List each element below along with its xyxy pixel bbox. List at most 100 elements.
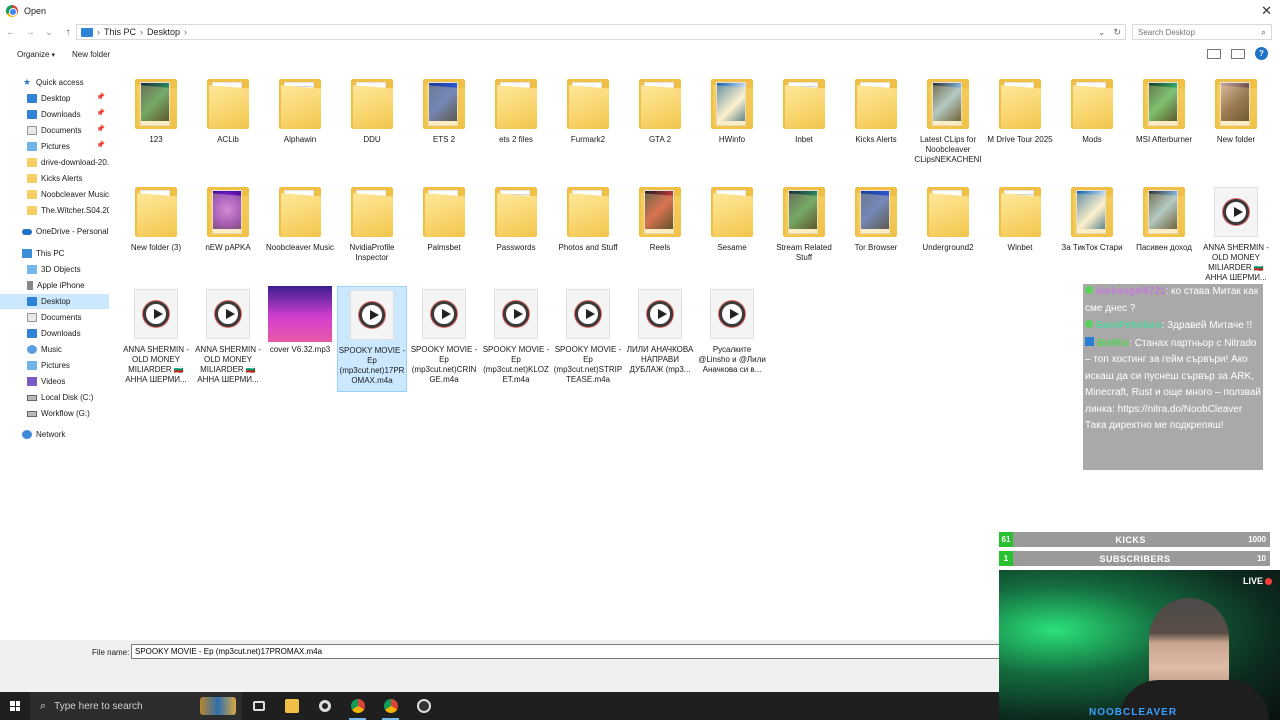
folder-item[interactable]: 123 <box>121 76 191 145</box>
file-item[interactable]: SPOOKY MOVIE - Ep (mp3cut.net)STRIPTEASE… <box>553 286 623 385</box>
help-icon[interactable]: ? <box>1255 47 1268 60</box>
file-item[interactable]: cover V6.32.mp3 <box>265 286 335 355</box>
nav-pc-item[interactable]: Videos <box>0 374 109 389</box>
folder-item[interactable]: Photos and Stuff <box>553 184 623 253</box>
file-item[interactable]: ANNA SHERMIN - OLD MONEY MILIARDER 🇧🇬 АН… <box>121 286 191 385</box>
file-item[interactable]: SPOOKY MOVIE - Ep (mp3cut.net)KLOZET.m4a <box>481 286 551 385</box>
nav-network[interactable]: Network <box>0 427 109 442</box>
nav-this-pc[interactable]: This PC <box>0 246 109 261</box>
pin-icon: 📌 <box>96 110 105 117</box>
nav-pc-item[interactable]: Music <box>0 342 109 357</box>
close-icon[interactable]: ✕ <box>1261 3 1272 19</box>
folder-item[interactable]: Alphawin <box>265 76 335 145</box>
address-dropdown-icon[interactable]: ⌄ <box>1098 27 1106 38</box>
nav-qa-item[interactable]: Noobcleaver Music <box>0 187 109 202</box>
media-file-icon <box>206 286 250 342</box>
folder-item[interactable]: Пасивен доход <box>1129 184 1199 253</box>
folder-item[interactable]: M Drive Tour 2025 <box>985 76 1055 145</box>
forward-arrow-icon[interactable]: → <box>22 24 38 40</box>
change-view-icon[interactable] <box>1207 48 1221 59</box>
start-button[interactable] <box>0 692 30 720</box>
nav-qa-item[interactable]: Documents 📌 <box>0 123 109 138</box>
media-file-icon <box>1214 184 1258 240</box>
refresh-icon[interactable]: ↻ <box>1113 27 1121 38</box>
filename-input[interactable] <box>131 644 1000 659</box>
nav-qa-item[interactable]: Desktop 📌 <box>0 91 109 106</box>
obs-button[interactable] <box>407 692 440 720</box>
folder-item[interactable]: DDU <box>337 76 407 145</box>
folder-item[interactable]: Tor Browser <box>841 184 911 253</box>
folder-item[interactable]: New folder (3) <box>121 184 191 253</box>
nav-pc-item[interactable]: Apple iPhone <box>0 278 109 293</box>
folder-icon <box>782 76 826 132</box>
nav-qa-item[interactable]: Downloads 📌 <box>0 107 109 122</box>
breadcrumb-desktop[interactable]: Desktop <box>147 27 180 37</box>
folder-item[interactable]: Stream Related Stuff <box>769 184 839 263</box>
file-item[interactable]: SPOOKY MOVIE - Ep (mp3cut.net)CRINGE.m4a <box>409 286 479 385</box>
chat-message: BaroPeholaro: Здравей Митаче !! <box>1085 318 1261 335</box>
nav-pc-item[interactable]: Downloads <box>0 326 109 341</box>
folder-item[interactable]: За ТикТок Стари <box>1057 184 1127 253</box>
folder-item[interactable]: Winbet <box>985 184 1055 253</box>
folder-item[interactable]: Furmark2 <box>553 76 623 145</box>
nav-quick-access[interactable]: ★ Quick access <box>0 75 109 90</box>
chrome-button-2[interactable] <box>374 692 407 720</box>
folder-item[interactable]: Mods <box>1057 76 1127 145</box>
folder-item[interactable]: ets 2 files <box>481 76 551 145</box>
folder-icon <box>134 184 178 240</box>
folder-item[interactable]: NvidiaProfile Inspector <box>337 184 407 263</box>
folder-item[interactable]: Passwords <box>481 184 551 253</box>
new-folder-button[interactable]: New folder <box>72 50 110 59</box>
chrome-button-1[interactable] <box>341 692 374 720</box>
nav-qa-item[interactable]: Kicks Alerts <box>0 171 109 186</box>
folder-item[interactable]: Inbet <box>769 76 839 145</box>
file-item[interactable]: SPOOKY MOVIE - Ep (mp3cut.net)17PROMAX.m… <box>337 286 407 392</box>
search-box[interactable]: ⌕ <box>1132 24 1272 40</box>
file-item[interactable]: ANNA SHERMIN - OLD MONEY MILIARDER 🇧🇬 АН… <box>1201 184 1271 283</box>
folder-icon <box>998 76 1042 132</box>
nav-pc-item[interactable]: Documents <box>0 310 109 325</box>
folder-item[interactable]: Underground2 <box>913 184 983 253</box>
back-arrow-icon[interactable]: ← <box>3 24 19 40</box>
drive-icon <box>27 394 37 401</box>
preview-pane-icon[interactable] <box>1231 48 1245 59</box>
up-arrow-icon[interactable]: ↑ <box>60 24 76 40</box>
folder-item[interactable]: Reels <box>625 184 695 253</box>
folder-item[interactable]: GTA 2 <box>625 76 695 145</box>
app-button-1[interactable] <box>308 692 341 720</box>
file-explorer-button[interactable] <box>275 692 308 720</box>
nav-pc-item[interactable]: Desktop <box>0 294 109 309</box>
nav-qa-item[interactable]: Pictures 📌 <box>0 139 109 154</box>
folder-item[interactable]: Kicks Alerts <box>841 76 911 145</box>
folder-item[interactable]: New folder <box>1201 76 1271 145</box>
nav-qa-item[interactable]: The.Witcher.S04.202... <box>0 203 109 218</box>
search-input[interactable] <box>1138 27 1248 37</box>
breadcrumb-this-pc[interactable]: This PC <box>104 27 136 37</box>
address-bar[interactable]: › This PC › Desktop › ⌄ ↻ <box>76 24 1126 40</box>
folder-item[interactable]: Sesame <box>697 184 767 253</box>
folder-item[interactable]: Noobcleaver Music <box>265 184 335 253</box>
nav-pc-item[interactable]: Pictures <box>0 358 109 373</box>
file-item[interactable]: Русалките @Linsho и @Лили Аначкова си в.… <box>697 286 767 375</box>
folder-item[interactable]: Latest CLips for Noobcleaver CLipsNEKACH… <box>913 76 983 165</box>
history-chevron-icon[interactable]: ⌄ <box>41 24 57 40</box>
taskbar-search[interactable]: ⌕ Type here to search <box>30 692 242 720</box>
file-item[interactable]: ANNA SHERMIN - OLD MONEY MILIARDER 🇧🇬 АН… <box>193 286 263 385</box>
folder-item[interactable]: nEW pAPKA <box>193 184 263 253</box>
folder-item[interactable]: ACLib <box>193 76 263 145</box>
nav-onedrive[interactable]: OneDrive - Personal <box>0 224 109 239</box>
organize-button[interactable]: Organize ▾ <box>17 50 55 59</box>
play-icon <box>719 301 745 327</box>
this-pc-icon <box>22 249 32 258</box>
nav-pc-item[interactable]: Workflow (G:) <box>0 406 109 421</box>
folder-item[interactable]: ETS 2 <box>409 76 479 145</box>
nav-pc-item[interactable]: 3D Objects <box>0 262 109 277</box>
file-item[interactable]: ЛИЛИ АНАЧКОВА НАПРАВИ ДУБЛАЖ (mp3... <box>625 286 695 375</box>
folder-item[interactable]: HWinfo <box>697 76 767 145</box>
task-view-button[interactable] <box>242 692 275 720</box>
folder-icon <box>206 184 250 240</box>
nav-qa-item[interactable]: drive-download-20... <box>0 155 109 170</box>
folder-item[interactable]: MSI Afterburner <box>1129 76 1199 145</box>
folder-item[interactable]: Palmsbet <box>409 184 479 253</box>
nav-pc-item[interactable]: Local Disk (C:) <box>0 390 109 405</box>
